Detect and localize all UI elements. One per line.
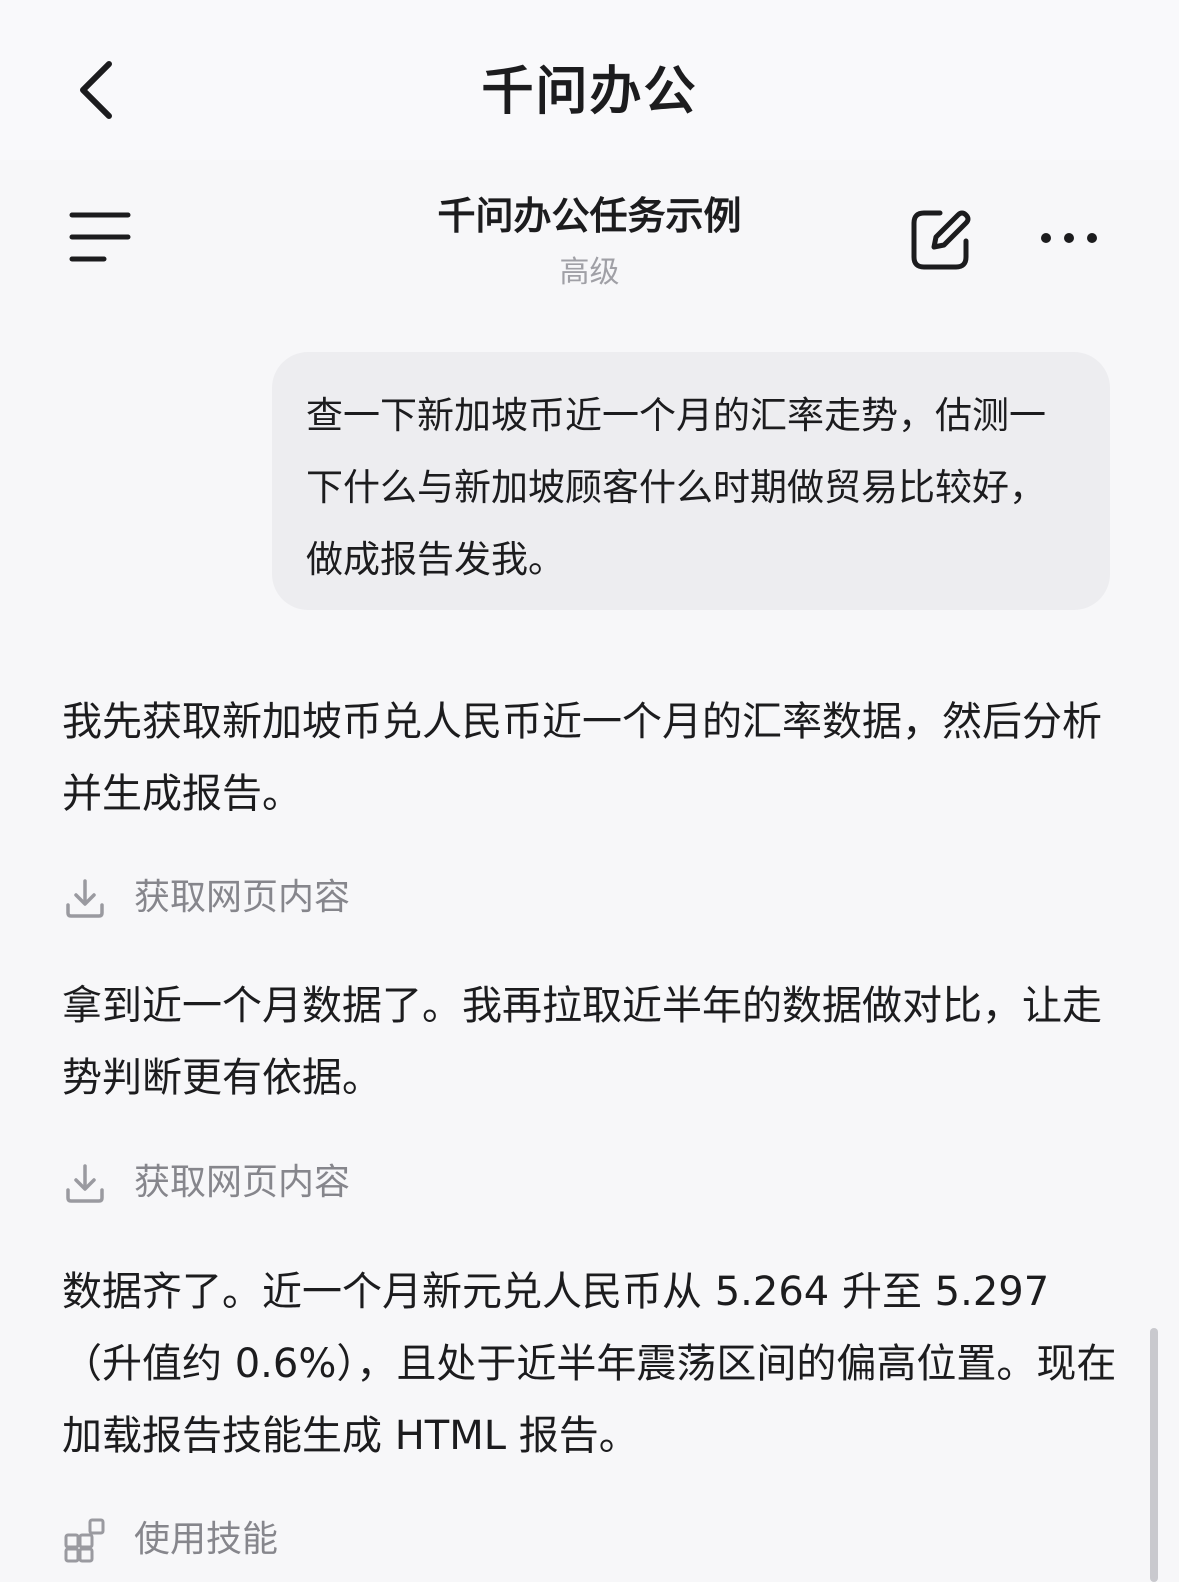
tool-step-label: 使用技能 bbox=[134, 1519, 279, 1560]
tool-step-fetch-webpage[interactable]: 获取网页内容 bbox=[62, 1153, 350, 1213]
scrollbar[interactable] bbox=[1150, 1328, 1158, 1582]
top-bar: 千问办公 bbox=[0, 0, 1179, 160]
download-icon bbox=[62, 875, 108, 921]
chat-screen: 千问办公 千问办公任务示例 高级 查一下新加坡币近一个月的汇率走势，估测一下什么… bbox=[0, 0, 1179, 1582]
user-message-bubble: 查一下新加坡币近一个月的汇率走势，估测一下什么与新加坡顾客什么时期做贸易比较好，… bbox=[272, 352, 1110, 610]
skill-grid-icon bbox=[62, 1517, 108, 1563]
conversation-mode: 高级 bbox=[559, 255, 620, 290]
more-icon bbox=[1041, 233, 1097, 243]
user-message-text: 查一下新加坡币近一个月的汇率走势，估测一下什么与新加坡顾客什么时期做贸易比较好，… bbox=[306, 394, 1046, 581]
tool-step-label: 获取网页内容 bbox=[134, 877, 351, 918]
app-title: 千问办公 bbox=[481, 62, 698, 122]
tool-step-label: 获取网页内容 bbox=[134, 1162, 351, 1203]
more-button[interactable] bbox=[1036, 213, 1106, 263]
tool-step-fetch-webpage[interactable]: 获取网页内容 bbox=[62, 868, 350, 928]
edit-button[interactable] bbox=[906, 205, 976, 275]
conversation-header: 千问办公任务示例 高级 bbox=[0, 175, 1179, 305]
assistant-message: 拿到近一个月数据了。我再拉取近半年的数据做对比，让走势判断更有依据。 bbox=[62, 983, 1102, 1101]
edit-icon bbox=[911, 210, 971, 270]
assistant-message: 数据齐了。近一个月新元兑人民币从 5.264 升至 5.297（升值约 0.6%… bbox=[62, 1269, 1117, 1459]
assistant-message: 我先获取新加坡币兑人民币近一个月的汇率数据，然后分析并生成报告。 bbox=[62, 699, 1102, 817]
conversation-title: 千问办公任务示例 bbox=[437, 194, 742, 238]
download-icon bbox=[62, 1160, 108, 1206]
tool-step-use-skill[interactable]: 使用技能 bbox=[62, 1510, 278, 1570]
